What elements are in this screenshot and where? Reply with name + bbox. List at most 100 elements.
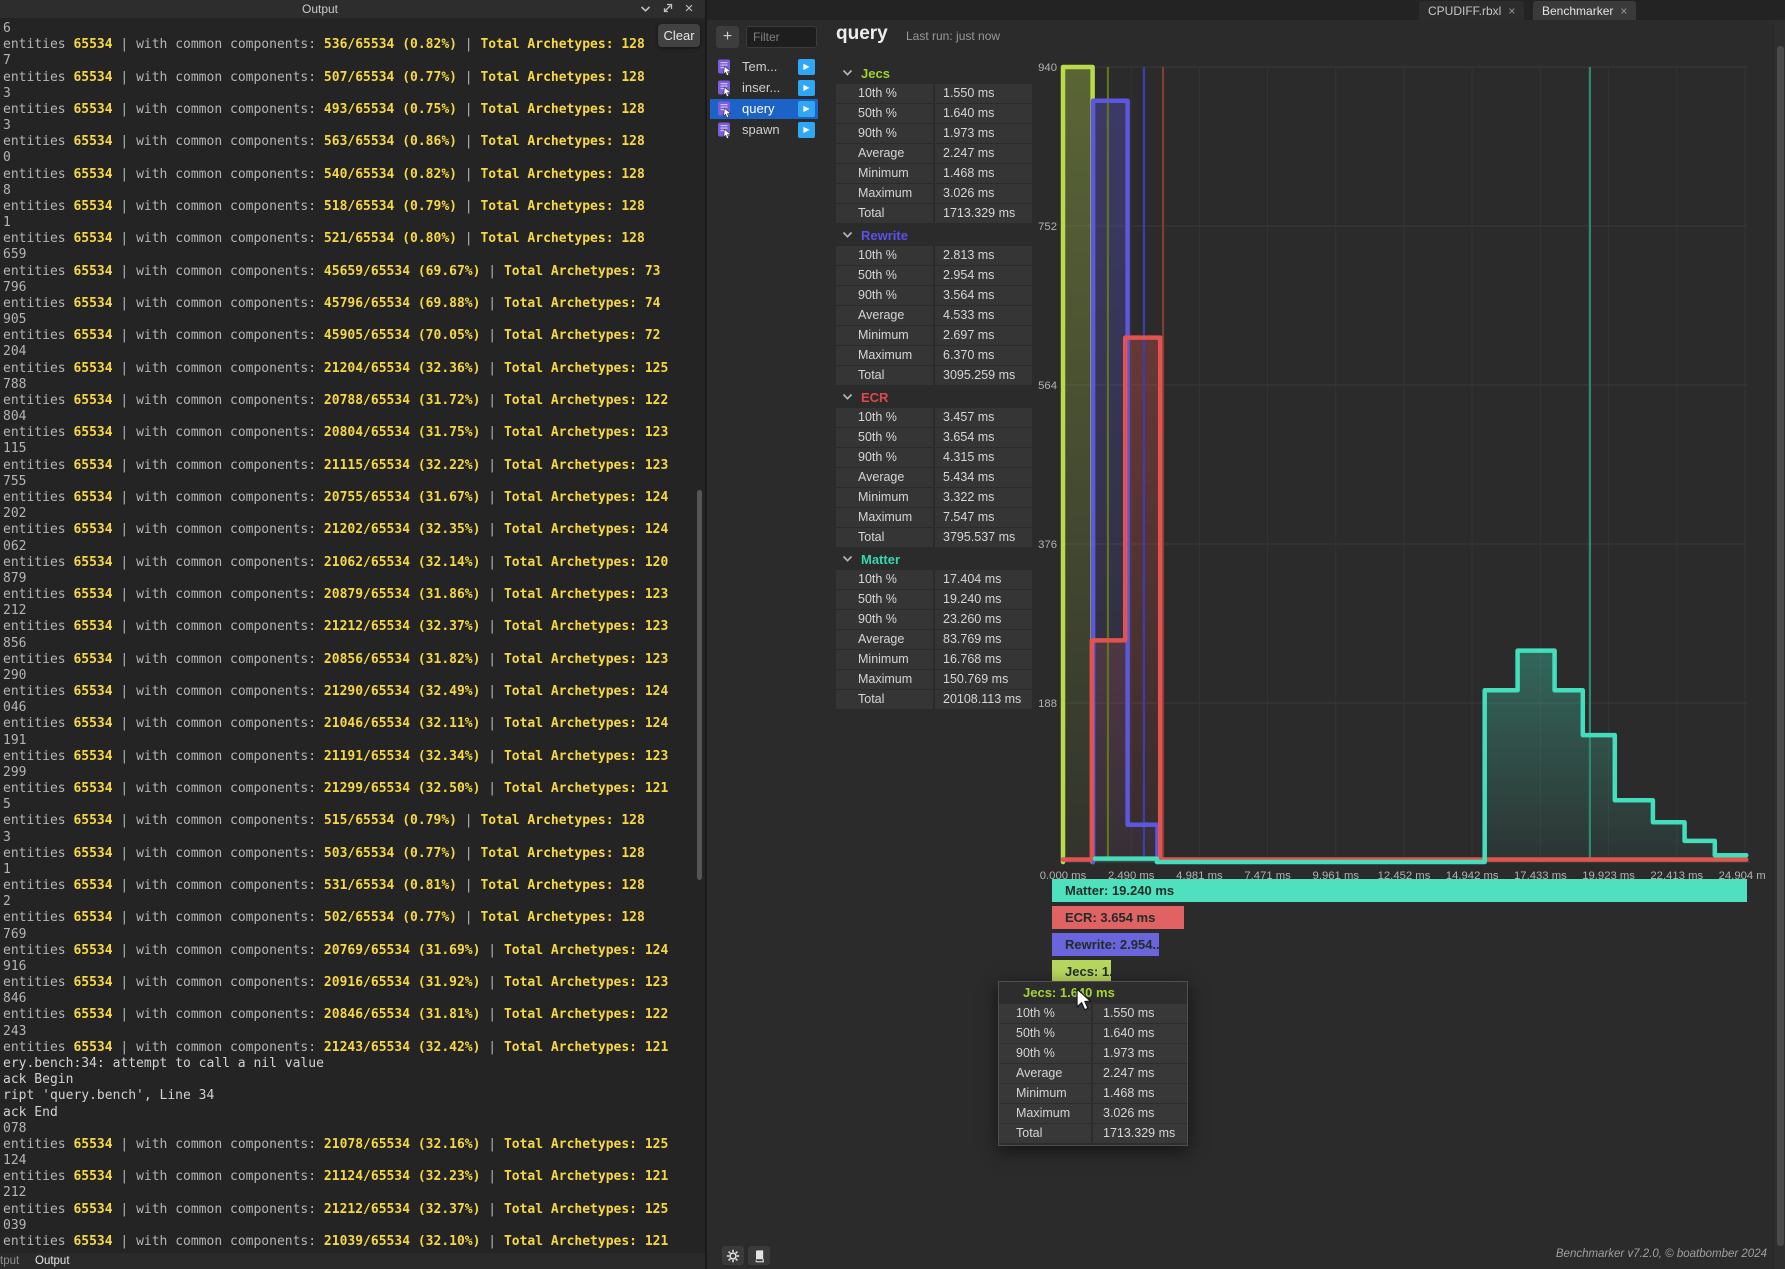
run-benchmark-button[interactable]: ▶ bbox=[798, 59, 815, 75]
median-bar-matter[interactable]: Matter: 19.240 ms bbox=[1052, 879, 1747, 902]
output-scrollbar[interactable] bbox=[695, 20, 704, 1250]
section-header-jecs[interactable]: Jecs bbox=[836, 62, 1032, 84]
close-icon[interactable]: × bbox=[683, 3, 695, 15]
stat-value: 1.468 ms bbox=[935, 164, 1032, 183]
settings-button[interactable] bbox=[722, 1246, 744, 1265]
stat-label: 90th % bbox=[836, 610, 933, 629]
scrollbar-thumb[interactable] bbox=[697, 490, 702, 880]
section-name: ECR bbox=[861, 390, 888, 405]
dock-icon[interactable] bbox=[661, 3, 673, 15]
stat-label: 50th % bbox=[836, 590, 933, 609]
stat-row: 50th %3.654 ms bbox=[836, 428, 1032, 447]
section-header-rewrite[interactable]: Rewrite bbox=[836, 224, 1032, 246]
benchmark-label: spawn bbox=[742, 120, 780, 140]
log-line: entities 65534 | with common components:… bbox=[3, 231, 693, 247]
stat-row: Maximum3.026 ms bbox=[836, 184, 1032, 203]
stat-label: 10th % bbox=[836, 570, 933, 589]
stat-label: Average bbox=[836, 144, 933, 163]
run-benchmark-button[interactable]: ▶ bbox=[798, 80, 815, 96]
output-window-controls: × bbox=[639, 0, 695, 18]
stat-row: 50th %1.640 ms bbox=[836, 104, 1032, 123]
hist-fill-ecr bbox=[1063, 338, 1746, 862]
median-bar-jecs[interactable]: Jecs: 1.640 ms bbox=[1052, 960, 1111, 983]
clear-button[interactable]: Clear bbox=[658, 24, 700, 47]
run-benchmark-button[interactable]: ▶ bbox=[798, 101, 815, 117]
close-icon[interactable]: × bbox=[1508, 4, 1515, 18]
log-line-fragment: 212 bbox=[3, 1185, 693, 1201]
benchmark-item-tem[interactable]: Tem...▶ bbox=[710, 57, 818, 77]
section-header-ecr[interactable]: ECR bbox=[836, 386, 1032, 408]
stat-value: 3.322 ms bbox=[935, 488, 1032, 507]
stat-value: 7.547 ms bbox=[935, 508, 1032, 527]
stat-row: Minimum1.468 ms bbox=[836, 164, 1032, 183]
run-benchmark-button[interactable]: ▶ bbox=[798, 122, 815, 138]
log-line-fragment: 202 bbox=[3, 506, 693, 522]
histogram-chart[interactable]: 1883765647529400.000 ms2.490 ms4.981 ms7… bbox=[1030, 40, 1765, 885]
benchmark-item-spawn[interactable]: spawn ▶ bbox=[710, 120, 818, 140]
stat-row: Minimum2.697 ms bbox=[836, 326, 1032, 345]
log-line: entities 65534 | with common components:… bbox=[3, 1137, 693, 1153]
log-line-fragment: 7 bbox=[3, 53, 693, 69]
dock-tab-output[interactable]: Output bbox=[35, 1253, 70, 1269]
tooltip-label: Total bbox=[999, 1124, 1091, 1143]
log-line-fragment: 2 bbox=[3, 894, 693, 910]
chevron-down-icon[interactable] bbox=[639, 3, 651, 15]
stat-row: 10th %3.457 ms bbox=[836, 408, 1032, 427]
tooltip-label: Minimum bbox=[999, 1084, 1091, 1103]
section-header-matter[interactable]: Matter bbox=[836, 548, 1032, 570]
doc-tab-benchmarker[interactable]: Benchmarker× bbox=[1533, 1, 1636, 20]
stat-value: 3.026 ms bbox=[935, 184, 1032, 203]
hist-fill-jecs bbox=[1063, 67, 1093, 862]
tooltip-value: 1.640 ms bbox=[1093, 1024, 1187, 1043]
scrollbar-thumb[interactable] bbox=[1777, 46, 1784, 1246]
stat-row: Total20108.113 ms bbox=[836, 690, 1032, 709]
stat-label: 10th % bbox=[836, 84, 933, 103]
stat-value: 3.457 ms bbox=[935, 408, 1032, 427]
plugin-scrollbar[interactable] bbox=[1775, 20, 1785, 1269]
tooltip-label: 50th % bbox=[999, 1024, 1091, 1043]
stat-row: 90th %3.564 ms bbox=[836, 286, 1032, 305]
stat-row: 50th %19.240 ms bbox=[836, 590, 1032, 609]
last-run-status: Last run: just now bbox=[906, 29, 1000, 43]
stat-label: Maximum bbox=[836, 346, 933, 365]
log-line: entities 65534 | with common components:… bbox=[3, 943, 693, 959]
log-line-fragment: 204 bbox=[3, 344, 693, 360]
log-line-fragment: 788 bbox=[3, 377, 693, 393]
stat-label: Minimum bbox=[836, 326, 933, 345]
log-line-fragment: 3 bbox=[3, 830, 693, 846]
stat-label: Minimum bbox=[836, 488, 933, 507]
stat-label: 50th % bbox=[836, 266, 933, 285]
log-line: entities 65534 | with common components:… bbox=[3, 264, 693, 280]
output-panel-header[interactable]: Output × bbox=[0, 0, 705, 18]
docs-button[interactable] bbox=[748, 1246, 770, 1265]
log-line-fragment: 6 bbox=[3, 21, 693, 37]
median-bar-ecr[interactable]: ECR: 3.654 ms bbox=[1052, 906, 1184, 929]
stat-row: Total3795.537 ms bbox=[836, 528, 1032, 547]
doc-tab-cpudiff-rbxl[interactable]: CPUDIFF.rbxl× bbox=[1419, 1, 1524, 20]
close-icon[interactable]: × bbox=[1620, 4, 1627, 18]
benchmark-label: inser... bbox=[742, 78, 780, 98]
log-line-fragment: 062 bbox=[3, 539, 693, 555]
log-line: entities 65534 | with common components:… bbox=[3, 749, 693, 765]
panel-divider[interactable] bbox=[705, 0, 707, 1269]
output-log[interactable]: 6 entities 65534 | with common components… bbox=[3, 21, 693, 1250]
stat-row: Average2.247 ms bbox=[836, 144, 1032, 163]
filter-input[interactable] bbox=[746, 26, 817, 48]
benchmark-item-inser[interactable]: inser... ▶ bbox=[710, 78, 818, 98]
add-benchmark-button[interactable]: + bbox=[716, 26, 739, 48]
stat-value: 1.550 ms bbox=[935, 84, 1032, 103]
chevron-down-icon bbox=[842, 69, 853, 77]
tooltip-value: 1.550 ms bbox=[1093, 1004, 1187, 1023]
log-line-fragment: 1 bbox=[3, 215, 693, 231]
stat-value: 3.654 ms bbox=[935, 428, 1032, 447]
stat-row: 90th %4.315 ms bbox=[836, 448, 1032, 467]
dock-tab-tput[interactable]: tput bbox=[0, 1253, 19, 1269]
median-bar-rewrite[interactable]: Rewrite: 2.954... bbox=[1052, 933, 1159, 956]
stat-row: 10th %17.404 ms bbox=[836, 570, 1032, 589]
stat-label: Minimum bbox=[836, 164, 933, 183]
benchmark-item-query[interactable]: query ▶ bbox=[710, 99, 818, 119]
stat-value: 1713.329 ms bbox=[935, 204, 1032, 223]
chevron-down-icon bbox=[842, 555, 853, 563]
stats-table: Jecs10th %1.550 ms50th %1.640 ms90th %1.… bbox=[836, 62, 1032, 710]
benchmark-label: query bbox=[742, 99, 775, 119]
